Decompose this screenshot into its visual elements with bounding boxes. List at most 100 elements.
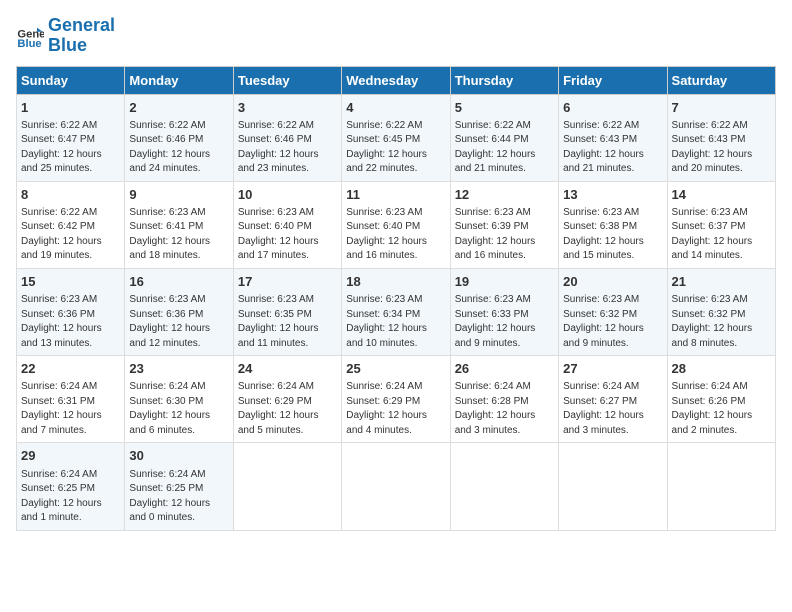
cell-info: Sunrise: 6:22 AMSunset: 6:45 PMDaylight:…	[346, 119, 445, 177]
page-header: General Blue GeneralBlue	[16, 16, 776, 56]
day-number: 11	[346, 186, 445, 204]
cell-info: Sunrise: 6:23 AMSunset: 6:40 PMDaylight:…	[238, 206, 337, 264]
day-number: 23	[129, 360, 228, 378]
cell-info: Sunrise: 6:22 AMSunset: 6:44 PMDaylight:…	[455, 119, 554, 177]
calendar-cell: 12Sunrise: 6:23 AMSunset: 6:39 PMDayligh…	[450, 181, 558, 268]
calendar-cell: 29Sunrise: 6:24 AMSunset: 6:25 PMDayligh…	[17, 443, 125, 530]
col-header-saturday: Saturday	[667, 66, 775, 94]
col-header-friday: Friday	[559, 66, 667, 94]
calendar-cell: 14 Sunrise: 6:23 AMSunset: 6:37 PMDayligh…	[667, 181, 775, 268]
calendar-cell	[559, 443, 667, 530]
cell-info: Sunrise: 6:24 AMSunset: 6:25 PMDaylight:…	[129, 468, 228, 526]
calendar-cell: 17 Sunrise: 6:23 AMSunset: 6:35 PMDayligh…	[233, 268, 341, 355]
calendar-week-row: 8 Sunrise: 6:22 AMSunset: 6:42 PMDaylight…	[17, 181, 776, 268]
col-header-sunday: Sunday	[17, 66, 125, 94]
day-number: 25	[346, 360, 445, 378]
col-header-wednesday: Wednesday	[342, 66, 450, 94]
calendar-cell	[450, 443, 558, 530]
calendar-cell: 15 Sunrise: 6:23 AMSunset: 6:36 PMDayligh…	[17, 268, 125, 355]
calendar-cell: 19Sunrise: 6:23 AMSunset: 6:33 PMDayligh…	[450, 268, 558, 355]
cell-info: Sunrise: 6:23 AMSunset: 6:39 PMDaylight:…	[455, 206, 554, 264]
calendar-cell: 23 Sunrise: 6:24 AMSunset: 6:30 PMDayligh…	[125, 356, 233, 443]
calendar-cell: 7 Sunrise: 6:22 AMSunset: 6:43 PMDaylight…	[667, 94, 775, 181]
col-header-monday: Monday	[125, 66, 233, 94]
calendar-cell: 6 Sunrise: 6:22 AMSunset: 6:43 PMDaylight…	[559, 94, 667, 181]
cell-info: Sunrise: 6:23 AMSunset: 6:37 PMDaylight:…	[672, 206, 771, 264]
day-number: 21	[672, 273, 771, 291]
day-number: 17	[238, 273, 337, 291]
day-number: 26	[455, 360, 554, 378]
cell-info: Sunrise: 6:24 AMSunset: 6:29 PMDaylight:…	[238, 380, 337, 438]
cell-info: Sunrise: 6:24 AMSunset: 6:28 PMDaylight:…	[455, 380, 554, 438]
day-number: 8	[21, 186, 120, 204]
day-number: 22	[21, 360, 120, 378]
cell-info: Sunrise: 6:24 AMSunset: 6:26 PMDaylight:…	[672, 380, 771, 438]
day-number: 24	[238, 360, 337, 378]
calendar-cell: 2 Sunrise: 6:22 AMSunset: 6:46 PMDaylight…	[125, 94, 233, 181]
day-number: 30	[129, 447, 228, 465]
calendar-cell: 4 Sunrise: 6:22 AMSunset: 6:45 PMDaylight…	[342, 94, 450, 181]
cell-info: Sunrise: 6:22 AMSunset: 6:46 PMDaylight:…	[238, 119, 337, 177]
cell-info: Sunrise: 6:22 AMSunset: 6:43 PMDaylight:…	[563, 119, 662, 177]
day-number: 3	[238, 99, 337, 117]
day-number: 14	[672, 186, 771, 204]
cell-info: Sunrise: 6:24 AMSunset: 6:27 PMDaylight:…	[563, 380, 662, 438]
day-number: 4	[346, 99, 445, 117]
day-number: 28	[672, 360, 771, 378]
cell-info: Sunrise: 6:22 AMSunset: 6:47 PMDaylight:…	[21, 119, 120, 177]
day-number: 16	[129, 273, 228, 291]
day-number: 9	[129, 186, 228, 204]
calendar-cell: 21 Sunrise: 6:23 AMSunset: 6:32 PMDayligh…	[667, 268, 775, 355]
calendar-cell: 24 Sunrise: 6:24 AMSunset: 6:29 PMDayligh…	[233, 356, 341, 443]
cell-info: Sunrise: 6:23 AMSunset: 6:35 PMDaylight:…	[238, 293, 337, 351]
logo-icon: General Blue	[16, 22, 44, 50]
day-number: 29	[21, 447, 120, 465]
calendar-cell: 22Sunrise: 6:24 AMSunset: 6:31 PMDayligh…	[17, 356, 125, 443]
calendar-week-row: 22Sunrise: 6:24 AMSunset: 6:31 PMDayligh…	[17, 356, 776, 443]
cell-info: Sunrise: 6:22 AMSunset: 6:42 PMDaylight:…	[21, 206, 120, 264]
calendar-cell: 30 Sunrise: 6:24 AMSunset: 6:25 PMDayligh…	[125, 443, 233, 530]
calendar-cell: 16Sunrise: 6:23 AMSunset: 6:36 PMDayligh…	[125, 268, 233, 355]
cell-info: Sunrise: 6:22 AMSunset: 6:46 PMDaylight:…	[129, 119, 228, 177]
calendar-cell: 3 Sunrise: 6:22 AMSunset: 6:46 PMDaylight…	[233, 94, 341, 181]
day-number: 10	[238, 186, 337, 204]
day-number: 5	[455, 99, 554, 117]
logo-text: GeneralBlue	[48, 16, 115, 56]
svg-text:Blue: Blue	[17, 38, 41, 50]
calendar-cell: 9Sunrise: 6:23 AMSunset: 6:41 PMDaylight…	[125, 181, 233, 268]
day-number: 18	[346, 273, 445, 291]
calendar-cell: 11Sunrise: 6:23 AMSunset: 6:40 PMDayligh…	[342, 181, 450, 268]
calendar-week-row: 15 Sunrise: 6:23 AMSunset: 6:36 PMDayligh…	[17, 268, 776, 355]
calendar-cell	[233, 443, 341, 530]
day-number: 2	[129, 99, 228, 117]
day-number: 7	[672, 99, 771, 117]
calendar-cell: 5 Sunrise: 6:22 AMSunset: 6:44 PMDaylight…	[450, 94, 558, 181]
day-number: 20	[563, 273, 662, 291]
calendar-cell	[667, 443, 775, 530]
calendar-week-row: 1 Sunrise: 6:22 AMSunset: 6:47 PMDaylight…	[17, 94, 776, 181]
day-number: 19	[455, 273, 554, 291]
calendar-cell: 28 Sunrise: 6:24 AMSunset: 6:26 PMDayligh…	[667, 356, 775, 443]
cell-info: Sunrise: 6:24 AMSunset: 6:29 PMDaylight:…	[346, 380, 445, 438]
cell-info: Sunrise: 6:24 AMSunset: 6:30 PMDaylight:…	[129, 380, 228, 438]
calendar-cell: 13Sunrise: 6:23 AMSunset: 6:38 PMDayligh…	[559, 181, 667, 268]
day-number: 15	[21, 273, 120, 291]
calendar-cell: 1 Sunrise: 6:22 AMSunset: 6:47 PMDaylight…	[17, 94, 125, 181]
calendar-week-row: 29 Sunrise: 6:24 AMSunset: 6:25 PMDayligh…	[17, 443, 776, 530]
calendar-body: 1 Sunrise: 6:22 AMSunset: 6:47 PMDaylight…	[17, 94, 776, 530]
calendar-cell: 25 Sunrise: 6:24 AMSunset: 6:29 PMDayligh…	[342, 356, 450, 443]
calendar-table: SundayMondayTuesdayWednesdayThursdayFrid…	[16, 66, 776, 531]
logo: General Blue GeneralBlue	[16, 16, 115, 56]
cell-info: Sunrise: 6:23 AMSunset: 6:32 PMDaylight:…	[672, 293, 771, 351]
cell-info: Sunrise: 6:23 AMSunset: 6:34 PMDaylight:…	[346, 293, 445, 351]
calendar-cell: 27Sunrise: 6:24 AMSunset: 6:27 PMDayligh…	[559, 356, 667, 443]
calendar-cell: 8 Sunrise: 6:22 AMSunset: 6:42 PMDaylight…	[17, 181, 125, 268]
day-number: 1	[21, 99, 120, 117]
calendar-header-row: SundayMondayTuesdayWednesdayThursdayFrid…	[17, 66, 776, 94]
calendar-cell: 18 Sunrise: 6:23 AMSunset: 6:34 PMDayligh…	[342, 268, 450, 355]
cell-info: Sunrise: 6:23 AMSunset: 6:36 PMDaylight:…	[21, 293, 120, 351]
day-number: 6	[563, 99, 662, 117]
cell-info: Sunrise: 6:22 AMSunset: 6:43 PMDaylight:…	[672, 119, 771, 177]
calendar-cell: 20Sunrise: 6:23 AMSunset: 6:32 PMDayligh…	[559, 268, 667, 355]
day-number: 13	[563, 186, 662, 204]
